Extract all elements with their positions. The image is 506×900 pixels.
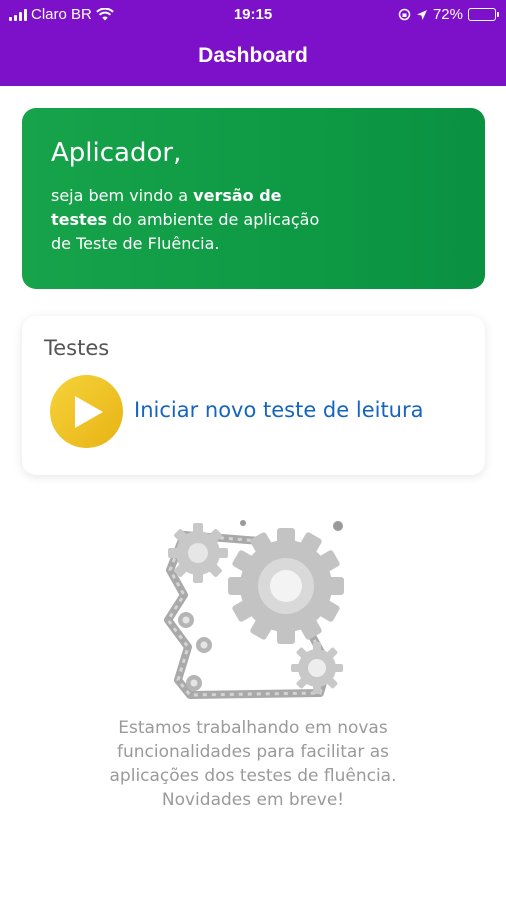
- welcome-message: seja bem vindo a versão de testes do amb…: [51, 186, 320, 253]
- play-icon: [75, 396, 103, 428]
- play-button[interactable]: [50, 375, 123, 448]
- start-reading-test-link[interactable]: Iniciar novo teste de leitura: [134, 398, 424, 422]
- tests-card-title: Testes: [44, 336, 110, 360]
- battery-icon: [468, 8, 499, 21]
- tests-card: Testes Iniciar novo teste de leitura: [22, 316, 485, 475]
- page-title: Dashboard: [198, 44, 308, 67]
- location-arrow-icon: [416, 9, 427, 20]
- welcome-card: Aplicador, seja bem vindo a versão de te…: [22, 108, 485, 289]
- status-bar: Claro BR 19:15 72%: [0, 0, 506, 30]
- coming-soon-message: Estamos trabalhando em novas funcionalid…: [109, 718, 397, 810]
- gears-illustration: [164, 520, 344, 699]
- welcome-greeting: Aplicador,: [51, 138, 182, 168]
- app-header: Claro BR 19:15 72% Dashboard: [0, 0, 506, 86]
- battery-percent: 72%: [432, 6, 463, 23]
- orientation-lock-icon: [398, 8, 411, 21]
